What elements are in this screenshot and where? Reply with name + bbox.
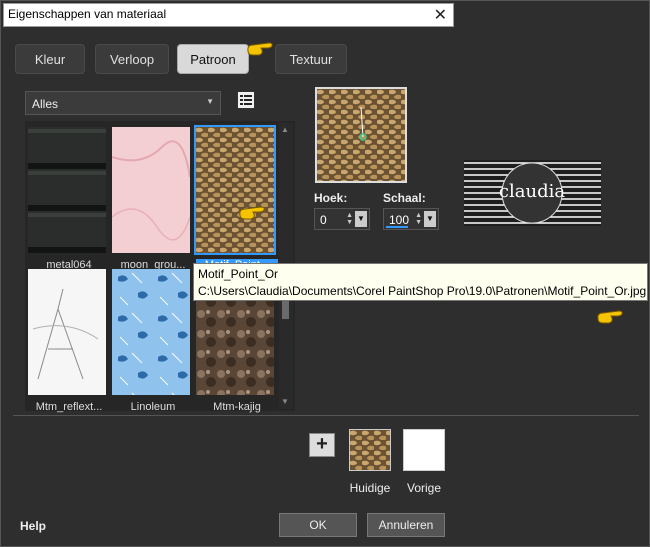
tab-verloop[interactable]: Verloop <box>95 44 169 74</box>
pattern-image <box>112 269 190 395</box>
pattern-thumb-linoleum[interactable]: Linoleum <box>112 269 190 413</box>
pointing-hand-icon <box>247 42 273 56</box>
pattern-image <box>112 127 190 253</box>
scroll-down-icon[interactable]: ▼ <box>281 397 289 406</box>
pattern-thumb-moon[interactable]: moon_grou... <box>112 127 190 271</box>
chevron-down-icon: ▼ <box>206 97 214 106</box>
angle-spinner[interactable]: 0 ▲ ▼ ▼ <box>314 208 370 230</box>
chevron-down-icon[interactable]: ▼ <box>424 211 436 227</box>
current-swatch-label: Huidige <box>349 481 391 495</box>
scroll-up-icon[interactable]: ▲ <box>281 125 289 134</box>
add-swatch-button[interactable]: + <box>309 433 335 457</box>
help-button[interactable]: Help <box>20 519 46 533</box>
pointing-hand-icon <box>597 310 623 324</box>
tooltip-path: C:\Users\Claudia\Documents\Corel PaintSh… <box>198 284 647 298</box>
list-view-icon[interactable] <box>237 91 255 109</box>
pointing-hand-icon <box>239 206 265 220</box>
tab-patroon[interactable]: Patroon <box>177 44 249 74</box>
scrollbar-thumb[interactable] <box>282 301 289 319</box>
scale-progress <box>386 226 408 228</box>
window-title: Eigenschappen van materiaal <box>8 7 167 21</box>
pattern-thumb-reflext[interactable]: Mtm_reflext... <box>28 269 106 413</box>
tab-label: Textuur <box>289 51 333 67</box>
angle-value: 0 <box>320 213 327 227</box>
tab-label: Patroon <box>190 51 236 67</box>
scale-label: Schaal: <box>383 191 426 205</box>
previous-swatch-label: Vorige <box>406 481 442 495</box>
pattern-image <box>28 269 106 395</box>
material-properties-dialog: Eigenschappen van materiaal ✕ Kleur Verl… <box>0 0 650 547</box>
close-icon[interactable]: ✕ <box>434 5 447 25</box>
divider <box>13 415 639 416</box>
title-bar: Eigenschappen van materiaal ✕ <box>3 3 454 27</box>
cancel-button[interactable]: Annuleren <box>367 513 445 537</box>
pattern-tooltip: Motif_Point_Or C:\Users\Claudia\Document… <box>193 263 648 301</box>
angle-label: Hoek: <box>314 191 348 205</box>
previous-swatch[interactable] <box>403 429 445 471</box>
current-swatch[interactable] <box>349 429 391 471</box>
logo-text: claudia <box>499 181 565 202</box>
tab-label: Kleur <box>34 51 66 67</box>
spin-arrows-icon[interactable]: ▲ ▼ <box>415 212 422 226</box>
spin-arrows-icon[interactable]: ▲ ▼ <box>346 212 353 226</box>
scale-spinner[interactable]: 100 ▲ ▼ ▼ <box>383 208 439 230</box>
tooltip-name: Motif_Point_Or <box>198 267 279 281</box>
pattern-thumb-motif-point[interactable]: Motif_Point... <box>194 125 278 271</box>
tab-label: Verloop <box>109 51 155 67</box>
pattern-image <box>196 127 274 253</box>
watermark-logo: claudia <box>464 160 601 226</box>
chevron-down-icon[interactable]: ▼ <box>355 211 367 227</box>
scale-value: 100 <box>389 213 410 227</box>
pattern-caption: Linoleum <box>130 401 176 413</box>
preview-image <box>317 89 405 181</box>
pattern-image <box>28 127 106 253</box>
pattern-caption: Mtm_reflext... <box>35 401 103 413</box>
category-select[interactable]: Alles ▼ <box>25 91 221 115</box>
pattern-caption: Mtm-kajig <box>213 401 261 413</box>
pattern-thumb-metal064[interactable]: metal064 <box>28 127 106 271</box>
tab-textuur[interactable]: Textuur <box>275 44 347 74</box>
category-select-value: Alles <box>32 97 59 111</box>
pattern-preview[interactable] <box>315 87 407 183</box>
ok-button[interactable]: OK <box>279 513 357 537</box>
tab-kleur[interactable]: Kleur <box>15 44 85 74</box>
